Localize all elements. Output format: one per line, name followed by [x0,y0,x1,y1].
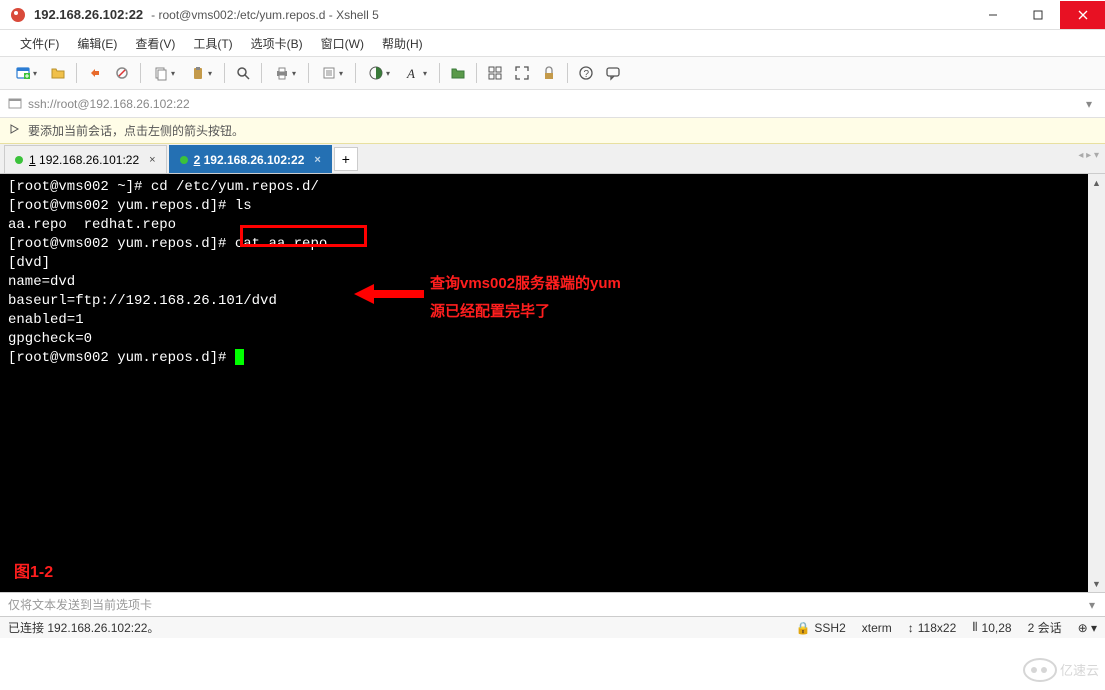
hint-bar: 要添加当前会话，点击左侧的箭头按钮。 [0,118,1105,144]
copy-button[interactable]: ▾ [146,60,182,86]
menu-tools[interactable]: 工具(T) [185,31,240,56]
menu-file[interactable]: 文件(F) [12,31,67,56]
terminal-line: [root@vms002 yum.repos.d]# [8,349,1097,368]
font-button[interactable]: A▾ [398,60,434,86]
terminal-line: [root@vms002 yum.repos.d]# cat aa.repo [8,235,1097,254]
add-tab-button[interactable]: + [334,147,358,171]
scroll-track[interactable] [1088,191,1105,575]
toolbar: ▾ ▾ ▾ ▾ ▾ ▾ A▾ ? [0,56,1105,90]
terminal-line: [dvd] [8,254,1097,273]
minimize-button[interactable] [970,1,1015,29]
menu-help[interactable]: 帮助(H) [374,31,431,56]
hint-text: 要添加当前会话，点击左侧的箭头按钮。 [28,122,244,139]
menu-tab[interactable]: 选项卡(B) [243,31,311,56]
window-title-path: - root@vms002:/etc/yum.repos.d - Xshell … [151,8,379,22]
svg-text:亿速云: 亿速云 [1060,663,1099,678]
reconnect-button[interactable] [82,60,108,86]
scroll-up-button[interactable]: ▲ [1088,174,1105,191]
status-overflow[interactable]: ⊕ ▾ [1078,621,1097,635]
send-target-dropdown[interactable]: ▾ [1089,598,1095,612]
address-dropdown[interactable]: ▾ [1081,97,1097,111]
scroll-down-button[interactable]: ▼ [1088,575,1105,592]
session-tab-1[interactable]: 1 192.168.26.101:22 × [4,145,167,173]
terminal-line: [root@vms002 ~]# cd /etc/yum.repos.d/ [8,178,1097,197]
window-title-ip: 192.168.26.102:22 [34,7,143,22]
status-term: xterm [862,621,892,635]
status-dot-icon [15,156,23,164]
close-button[interactable] [1060,1,1105,29]
status-size: ↕ 118x22 [908,621,956,635]
tab-bar: 1 192.168.26.101:22 × 2 192.168.26.102:2… [0,144,1105,174]
terminal-line: gpgcheck=0 [8,330,1097,349]
figure-label: 图1-2 [14,563,53,582]
terminal-line: name=dvd [8,273,1097,292]
status-sessions: 2 会话 [1028,619,1062,636]
fullscreen-button[interactable] [509,60,535,86]
status-ssh: 🔒SSH2 [795,621,845,635]
color-scheme-button[interactable]: ▾ [361,60,397,86]
watermark: 亿速云 [1022,652,1105,687]
session-icon [8,97,22,111]
xftp-button[interactable] [445,60,471,86]
lock-button[interactable] [536,60,562,86]
status-connected: 已连接 192.168.26.102:22。 [8,619,159,636]
tab-close-icon[interactable]: × [314,154,320,166]
menu-window[interactable]: 窗口(W) [313,31,372,56]
search-button[interactable] [230,60,256,86]
menu-edit[interactable]: 编辑(E) [69,31,125,56]
menu-bar: 文件(F) 编辑(E) 查看(V) 工具(T) 选项卡(B) 窗口(W) 帮助(… [0,30,1105,56]
terminal-wrap: [root@vms002 ~]# cd /etc/yum.repos.d/ [r… [0,174,1105,592]
svg-text:A: A [406,66,415,81]
print-button[interactable]: ▾ [267,60,303,86]
terminal-line: enabled=1 [8,311,1097,330]
svg-text:?: ? [584,69,590,80]
new-session-button[interactable]: ▾ [8,60,44,86]
send-target-bar[interactable]: 仅将文本发送到当前选项卡 ▾ [0,592,1105,616]
send-target-text: 仅将文本发送到当前选项卡 [8,596,152,613]
window-controls [970,1,1105,29]
paste-button[interactable]: ▾ [183,60,219,86]
session-tab-2[interactable]: 2 192.168.26.102:22 × [169,145,332,173]
hint-arrow-icon[interactable] [8,122,22,139]
menu-view[interactable]: 查看(V) [127,31,183,56]
app-icon [10,7,26,23]
address-bar: ssh://root@192.168.26.102:22 ▾ [0,90,1105,118]
terminal-line: [root@vms002 yum.repos.d]# ls [8,197,1097,216]
feedback-button[interactable] [600,60,626,86]
lock-icon: 🔒 [795,621,810,635]
tile-button[interactable] [482,60,508,86]
tab-close-icon[interactable]: × [149,154,155,166]
address-url[interactable]: ssh://root@192.168.26.102:22 [28,97,1075,111]
terminal-line: baseurl=ftp://192.168.26.101/dvd [8,292,1097,311]
terminal[interactable]: [root@vms002 ~]# cd /etc/yum.repos.d/ [r… [0,174,1105,592]
status-pos: ⦀ 10,28 [972,620,1011,635]
properties-button[interactable]: ▾ [314,60,350,86]
status-bar: 已连接 192.168.26.102:22。 🔒SSH2 xterm ↕ 118… [0,616,1105,638]
open-session-button[interactable] [45,60,71,86]
tab-scroll-arrows[interactable]: ◂ ▸ ▾ [1078,150,1099,161]
title-bar: 192.168.26.102:22 - root@vms002:/etc/yum… [0,0,1105,30]
status-dot-icon [180,156,188,164]
disconnect-button[interactable] [109,60,135,86]
terminal-scrollbar[interactable]: ▲ ▼ [1088,174,1105,592]
terminal-line: aa.repo redhat.repo [8,216,1097,235]
cursor [235,349,244,365]
help-button[interactable]: ? [573,60,599,86]
maximize-button[interactable] [1015,1,1060,29]
